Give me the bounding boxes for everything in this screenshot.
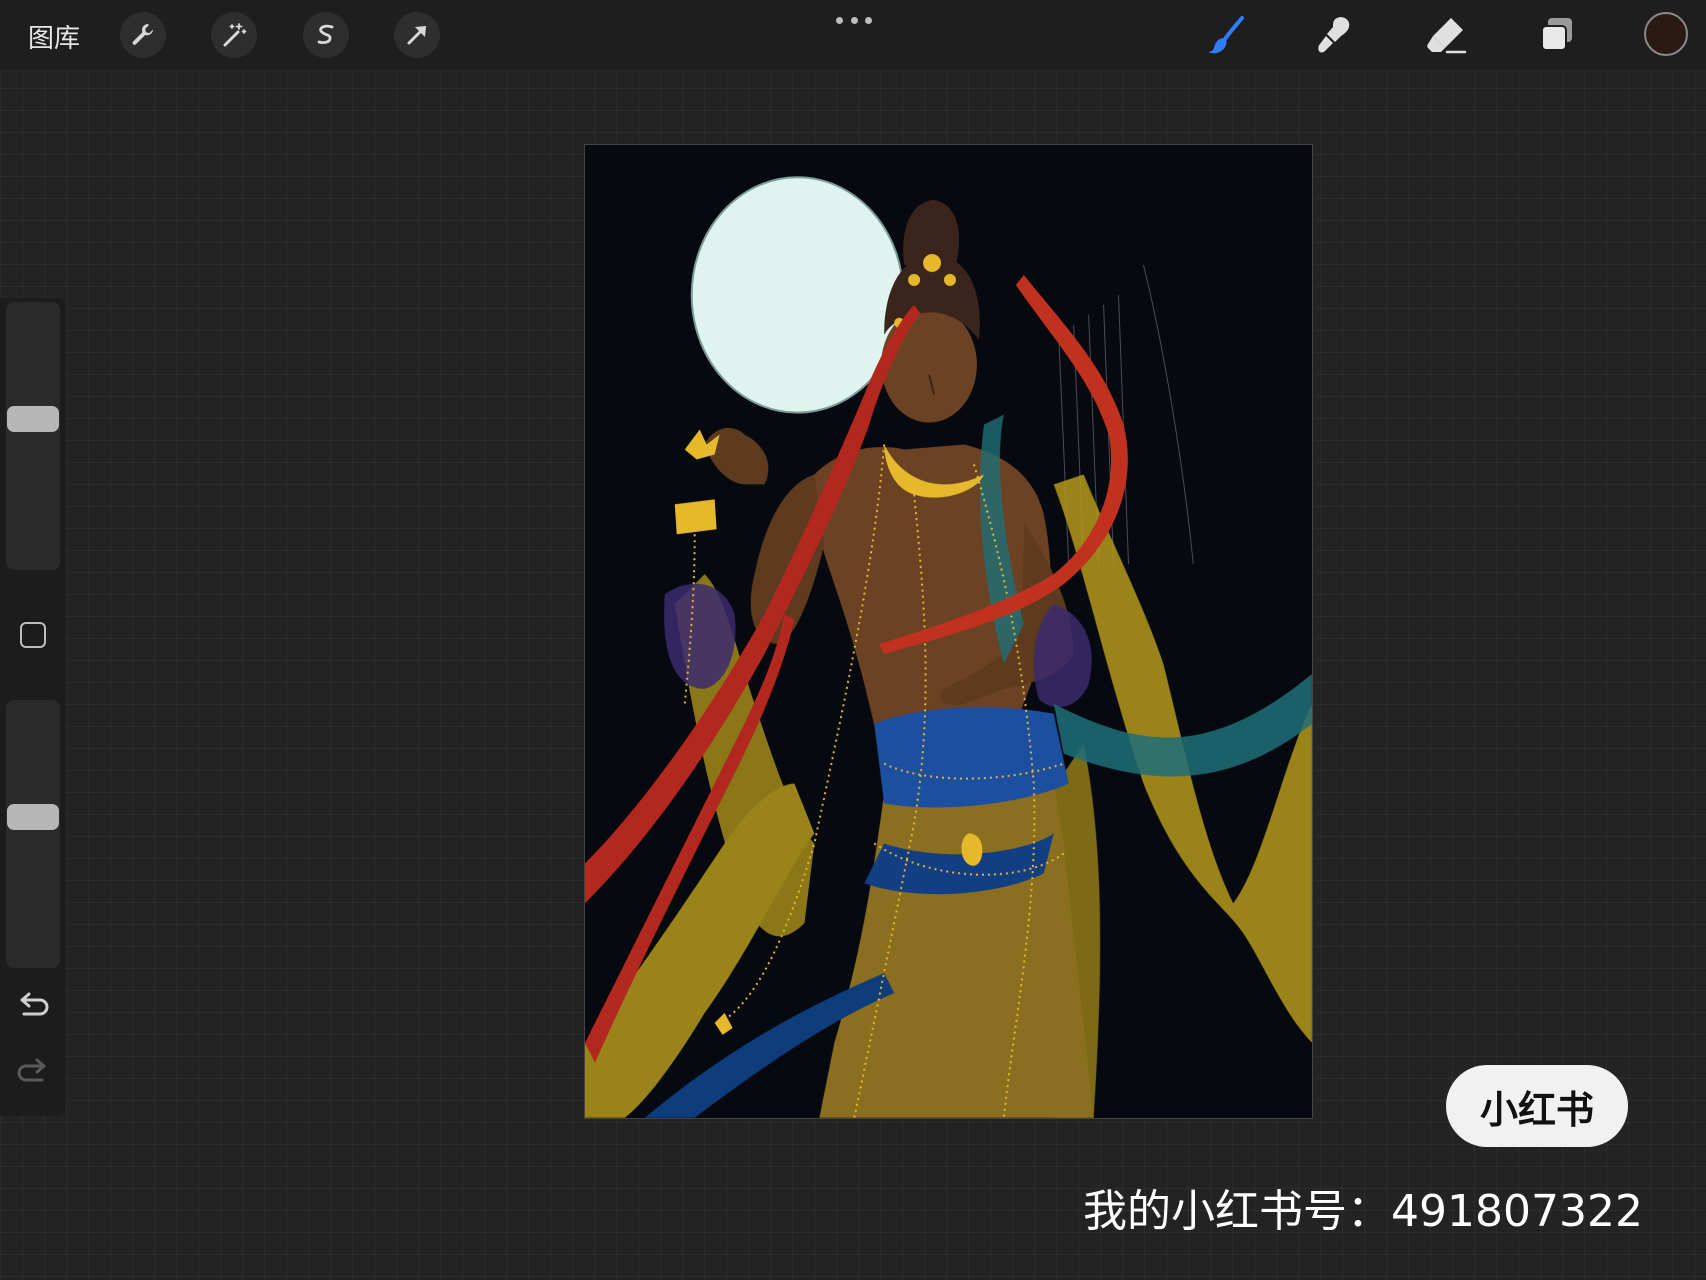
modify-square-icon[interactable] (20, 622, 46, 648)
brush-tool-button[interactable] (1202, 10, 1252, 60)
selection-button[interactable] (303, 12, 349, 58)
selection-icon (317, 24, 334, 44)
top-toolbar: 图库 (0, 0, 1706, 70)
opacity-slider-thumb[interactable] (7, 804, 59, 831)
drawing-canvas[interactable] (584, 144, 1313, 1119)
magic-wand-icon (223, 23, 247, 47)
transform-arrow-icon (407, 26, 426, 45)
color-picker-button[interactable] (1644, 12, 1688, 56)
layers-button[interactable] (1532, 10, 1582, 60)
xiaohongshu-logo-badge: 小红书 (1446, 1065, 1628, 1147)
brush-icon (1208, 16, 1244, 54)
brush-size-slider-thumb[interactable] (7, 406, 59, 433)
smudge-tool-button[interactable] (1311, 10, 1361, 60)
gallery-button[interactable]: 图库 (28, 18, 80, 55)
left-sidebar (0, 298, 66, 1116)
adjustments-button[interactable] (211, 12, 257, 58)
transform-button[interactable] (394, 12, 440, 58)
undo-icon (20, 992, 49, 1016)
redo-icon (17, 1058, 46, 1082)
eraser-tool-button[interactable] (1421, 10, 1471, 60)
wrench-icon (132, 23, 153, 45)
eraser-icon (1427, 18, 1467, 54)
watermark-account-text: 我的小红书号：491807322 (1083, 1186, 1643, 1237)
layers-icon (1541, 18, 1572, 51)
brush-size-slider[interactable] (6, 302, 60, 570)
artwork-illustration (585, 176, 1312, 1118)
actions-button[interactable] (120, 12, 166, 58)
smudge-icon (1318, 17, 1350, 53)
redo-button[interactable] (14, 1056, 52, 1090)
more-options-icon[interactable] (836, 14, 872, 26)
undo-button[interactable] (14, 990, 52, 1024)
opacity-slider[interactable] (6, 700, 60, 968)
